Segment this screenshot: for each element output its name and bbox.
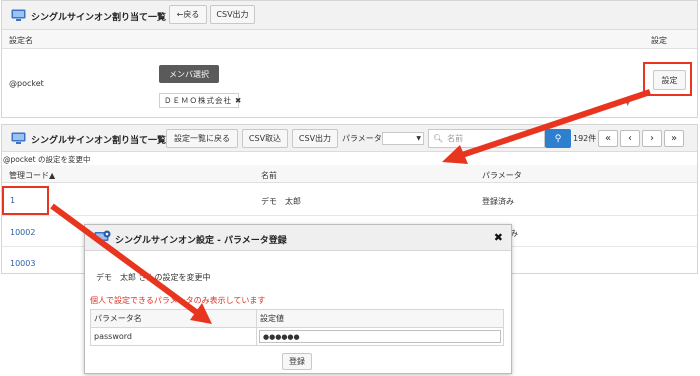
chevron-left-icon: ‹ — [628, 133, 632, 144]
header-param-value: 設定値 — [256, 309, 504, 328]
col-name: 名前 — [261, 171, 277, 180]
highlight-code-cell — [2, 186, 49, 215]
remove-tag-icon[interactable]: ✖ — [235, 96, 241, 105]
col-param: パラメータ — [482, 171, 522, 180]
company-tag-label: ＤＥＭＯ株式会社 — [164, 96, 232, 105]
table-header: 設定名 設定 — [2, 30, 697, 49]
monitor-icon — [11, 132, 26, 144]
select-arrow-icon: ▼ — [416, 135, 421, 142]
monitor-icon — [11, 9, 26, 21]
csv-export-button[interactable]: CSV出力 — [292, 129, 338, 148]
panel-header: シングルサインオン割り当て一覧 設定一覧に戻る CSV取込 CSV出力 パラメー… — [2, 125, 697, 152]
dialog-header: シングルサインオン設定 - パラメータ登録 ✖ — [85, 225, 511, 251]
assignment-panel-top: シングルサインオン割り当て一覧 ←戻る CSV出力 設定名 設定 @pocket… — [1, 0, 698, 118]
csv-import-button[interactable]: CSV取込 — [242, 129, 288, 148]
parameter-register-dialog: シングルサインオン設定 - パラメータ登録 ✖ デモ 太郎 さんの設定を変更中 … — [84, 224, 512, 374]
result-count: 192件 — [573, 134, 597, 143]
setting-name: @pocket — [9, 79, 44, 88]
next-page-button[interactable]: › — [642, 130, 662, 147]
search-icon: 🔍︎ — [433, 134, 444, 143]
warning-text: 個人で設定できるパラメータのみ表示しています — [90, 296, 266, 305]
table-header: 管理コード▲ 名前 パラメータ — [2, 165, 697, 183]
company-tag: ＤＥＭＯ株式会社 ✖ — [159, 93, 241, 108]
parameter-table: パラメータ名 設定値 password ●●●●●● — [90, 309, 504, 346]
col-code[interactable]: 管理コード▲ — [9, 170, 55, 181]
param-name: password — [90, 327, 257, 346]
search-button[interactable]: ⚲ — [545, 129, 571, 148]
param-value-cell: ●●●●●● — [256, 327, 504, 346]
back-button[interactable]: ←戻る — [169, 5, 207, 24]
gear-monitor-icon — [94, 230, 111, 244]
table-row[interactable]: 1 デモ 太郎 登録済み — [2, 183, 697, 216]
changing-status-text: @pocket の設定を変更中 — [3, 155, 91, 164]
csv-export-button[interactable]: CSV出力 — [210, 5, 255, 24]
row-code[interactable]: 10003 — [10, 259, 35, 268]
search-placeholder: 名前 — [447, 134, 464, 143]
changing-status-text: デモ 太郎 さんの設定を変更中 — [96, 273, 211, 282]
col-setting-name: 設定名 — [9, 36, 33, 45]
row-param: 登録済み — [482, 197, 514, 206]
highlight-setting-button — [643, 62, 692, 96]
prev-page-button[interactable]: ‹ — [620, 130, 640, 147]
dropdown-caret-icon: ▼ — [625, 99, 631, 107]
search-input[interactable]: 🔍︎ 名前 — [428, 129, 545, 148]
double-chevron-left-icon: « — [604, 133, 612, 144]
param-select[interactable]: ▼ — [382, 132, 424, 145]
col-setting: 設定 — [651, 36, 667, 45]
password-input[interactable]: ●●●●●● — [259, 330, 501, 343]
last-page-button[interactable]: » — [664, 130, 684, 147]
first-page-button[interactable]: « — [598, 130, 618, 147]
double-chevron-right-icon: » — [670, 133, 678, 144]
row-code[interactable]: 10002 — [10, 228, 35, 237]
member-select-button[interactable]: メンバ選択 — [159, 65, 219, 83]
back-to-list-button[interactable]: 設定一覧に戻る — [166, 129, 238, 148]
header-param-name: パラメータ名 — [90, 309, 257, 328]
row-name: デモ 太郎 — [261, 197, 301, 206]
page-title: シングルサインオン割り当て一覧 — [31, 13, 167, 23]
panel-header: シングルサインオン割り当て一覧 ←戻る CSV出力 — [2, 1, 697, 30]
dialog-title: シングルサインオン設定 - パラメータ登録 — [115, 236, 287, 246]
search-icon: ⚲ — [554, 133, 562, 144]
page-title: シングルサインオン割り当て一覧 — [31, 136, 167, 146]
chevron-right-icon: › — [650, 133, 654, 144]
param-label: パラメータ — [342, 134, 382, 143]
close-icon[interactable]: ✖ — [494, 231, 503, 244]
register-button[interactable]: 登録 — [282, 353, 312, 370]
